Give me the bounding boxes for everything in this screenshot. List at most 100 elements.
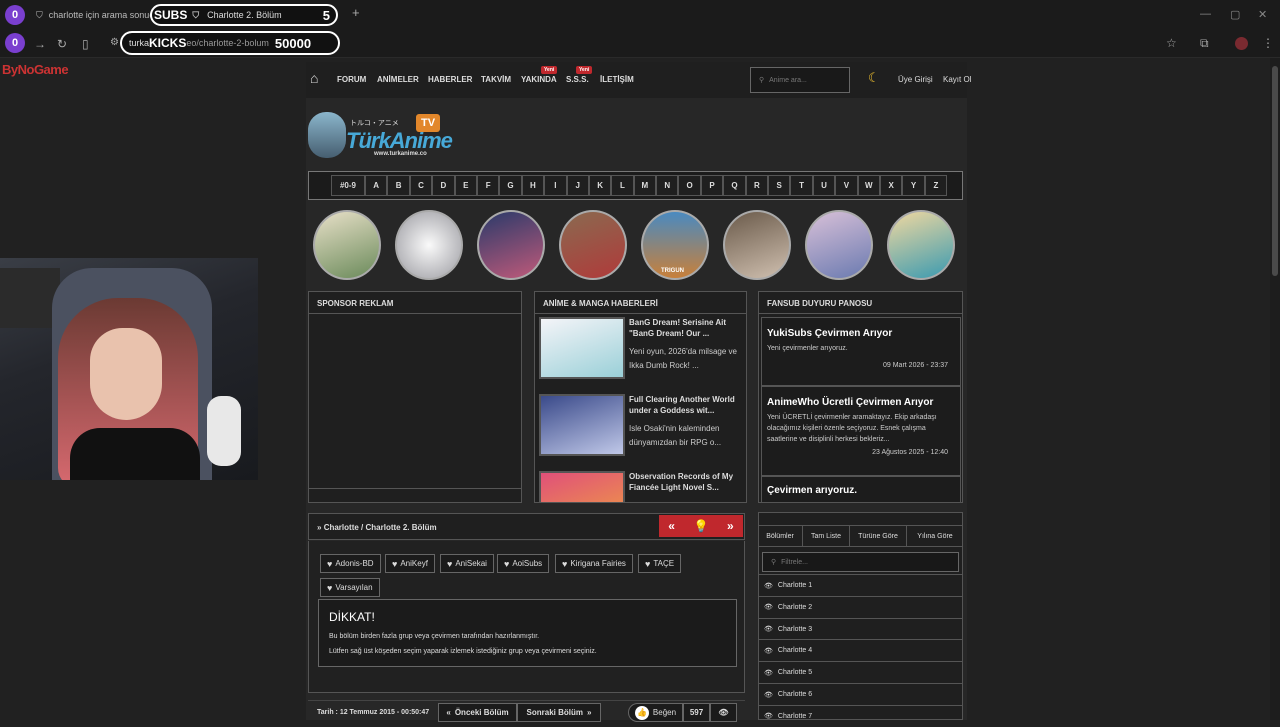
register-link[interactable]: Kayıt Ol bbox=[943, 75, 971, 84]
episode-list-item[interactable]: 👁 Charlotte 3 bbox=[758, 617, 963, 640]
extensions-icon[interactable]: ⧉ bbox=[1200, 36, 1209, 51]
eye-icon[interactable]: 👁 bbox=[710, 703, 737, 722]
new-tab-button[interactable]: + bbox=[352, 5, 360, 20]
featured-anime-trigun[interactable]: TRIGUN bbox=[641, 210, 709, 280]
nav-sss[interactable]: S.S.S. bbox=[566, 75, 589, 84]
news-thumbnail bbox=[539, 471, 625, 502]
episode-list-item[interactable]: 👁 Charlotte 6 bbox=[758, 683, 963, 705]
tab-title-active[interactable]: Charlotte 2. Bölüm bbox=[207, 10, 282, 20]
featured-anime-2[interactable] bbox=[395, 210, 463, 280]
like-button[interactable]: 👍 Beğen bbox=[628, 703, 683, 722]
alphabet-letter[interactable]: N bbox=[656, 175, 679, 196]
group-button[interactable]: ♥ AoiSubs bbox=[497, 554, 550, 573]
featured-anime-7[interactable] bbox=[805, 210, 873, 280]
alphabet-letter[interactable]: O bbox=[678, 175, 701, 196]
eye-icon: 👁 bbox=[764, 604, 773, 612]
episode-label: Charlotte 7 bbox=[777, 712, 813, 720]
episode-list-item[interactable]: 👁 Charlotte 1 bbox=[758, 574, 963, 596]
forward-icon[interactable]: → bbox=[34, 37, 46, 51]
next-episode-button[interactable]: Sonraki Bölüm » bbox=[517, 703, 601, 722]
tab-yilina-gore[interactable]: Yılına Göre bbox=[907, 526, 963, 546]
group-button[interactable]: ♥ Kirigana Fairies bbox=[555, 554, 633, 573]
featured-anime-3[interactable] bbox=[477, 210, 545, 280]
group-button[interactable]: ♥ AniKeyf bbox=[385, 554, 435, 573]
sidepanel-icon[interactable]: ▯ bbox=[82, 37, 89, 51]
episode-list-item[interactable]: 👁 Charlotte 7 bbox=[758, 704, 963, 727]
news-item[interactable]: Full Clearing Another World under a Godd… bbox=[539, 394, 745, 464]
alphabet-letter[interactable]: X bbox=[879, 175, 903, 196]
nav-animeler[interactable]: ANİMELER bbox=[377, 75, 419, 84]
fansub-item[interactable]: Çevirmen arıyoruz. bbox=[761, 476, 961, 502]
minimize-icon[interactable]: — bbox=[1200, 8, 1211, 20]
alphabet-letter[interactable]: W bbox=[857, 175, 880, 196]
lightbulb-icon[interactable]: 💡 bbox=[694, 519, 709, 533]
alphabet-letter[interactable]: Z bbox=[924, 175, 948, 196]
alphabet-letter[interactable]: T bbox=[790, 175, 813, 196]
alphabet-letter[interactable]: E bbox=[454, 175, 477, 196]
nav-takvim[interactable]: TAKVİM bbox=[481, 75, 511, 84]
breadcrumb-anime[interactable]: Charlotte bbox=[324, 523, 359, 532]
site-info-icon[interactable]: ⚙ bbox=[110, 37, 119, 48]
prev-episode-button[interactable]: «Önceki Bölüm bbox=[438, 703, 517, 722]
featured-anime-6[interactable] bbox=[723, 210, 791, 280]
fansub-item[interactable]: AnimeWho Ücretli Çevirmen Arıyor Yeni ÜC… bbox=[761, 386, 961, 476]
episode-list-item[interactable]: 👁 Charlotte 2 bbox=[758, 595, 963, 618]
alphabet-letter[interactable]: Y bbox=[902, 175, 925, 196]
login-link[interactable]: Üye Girişi bbox=[898, 75, 933, 84]
alphabet-letter[interactable]: #0-9 bbox=[331, 175, 365, 196]
episode-list-item[interactable]: 👁 Charlotte 4 bbox=[758, 639, 963, 661]
moon-icon[interactable]: ☾ bbox=[868, 70, 880, 86]
search-placeholder: Anime ara... bbox=[769, 76, 807, 84]
alphabet-letter[interactable]: L bbox=[611, 175, 634, 196]
alphabet-letter[interactable]: P bbox=[700, 175, 724, 196]
fansub-item[interactable]: YukiSubs Çevirmen Arıyor Yeni çevirmenle… bbox=[761, 317, 961, 386]
next-episode-icon[interactable]: » bbox=[727, 519, 734, 533]
nav-forum[interactable]: FORUM bbox=[337, 75, 366, 84]
featured-anime-8[interactable] bbox=[887, 210, 955, 280]
alphabet-letter[interactable]: M bbox=[633, 175, 657, 196]
alphabet-letter[interactable]: V bbox=[835, 175, 858, 196]
featured-anime-1[interactable] bbox=[313, 210, 381, 280]
alphabet-letter[interactable]: I bbox=[544, 175, 567, 196]
tab-bolumler[interactable]: Bölümler bbox=[758, 526, 803, 546]
alphabet-letter[interactable]: S bbox=[768, 175, 791, 196]
group-button[interactable]: ♥ TAÇE bbox=[638, 554, 682, 573]
news-item[interactable]: BanG Dream! Serisine Ait "BanG Dream! Ou… bbox=[539, 317, 745, 387]
menu-dots-icon[interactable]: ⋮ bbox=[1262, 36, 1274, 50]
alphabet-letter[interactable]: C bbox=[409, 175, 433, 196]
episode-list-item[interactable]: 👁 Charlotte 5 bbox=[758, 661, 963, 683]
news-item[interactable]: Observation Records of My Fiancée Light … bbox=[539, 471, 745, 502]
alphabet-letter[interactable]: R bbox=[745, 175, 769, 196]
alphabet-letter[interactable]: D bbox=[432, 175, 455, 196]
nav-iletisim[interactable]: İLETİŞİM bbox=[600, 75, 634, 84]
alphabet-letter[interactable]: B bbox=[387, 175, 410, 196]
group-button[interactable]: ♥ Varsayılan bbox=[320, 578, 380, 597]
nav-haberler[interactable]: HABERLER bbox=[428, 75, 472, 84]
site-logo[interactable]: トルコ・アニメ TürkAnime TV www.turkanime.co bbox=[308, 108, 453, 162]
alphabet-letter[interactable]: Q bbox=[723, 175, 746, 196]
episode-filter-input[interactable]: ⚲ Filtrele... bbox=[762, 552, 959, 572]
group-button[interactable]: ♥ AniSekai bbox=[440, 554, 494, 573]
home-icon[interactable]: ⌂ bbox=[310, 70, 318, 86]
profile-avatar[interactable] bbox=[1235, 37, 1248, 50]
bookmark-star-icon[interactable]: ☆ bbox=[1166, 36, 1177, 50]
reload-icon[interactable]: ↻ bbox=[57, 37, 67, 51]
group-button[interactable]: ♥ Adonis-BD bbox=[320, 554, 381, 573]
tab-turune-gore[interactable]: Türüne Göre bbox=[850, 526, 907, 546]
alphabet-letter[interactable]: A bbox=[365, 175, 388, 196]
alphabet-letter[interactable]: U bbox=[812, 175, 836, 196]
close-icon[interactable]: ✕ bbox=[1258, 8, 1267, 21]
alphabet-letter[interactable]: H bbox=[521, 175, 545, 196]
alphabet-letter[interactable]: G bbox=[499, 175, 522, 196]
alphabet-letter[interactable]: J bbox=[566, 175, 589, 196]
maximize-icon[interactable]: ▢ bbox=[1230, 8, 1240, 21]
featured-anime-4[interactable] bbox=[559, 210, 627, 280]
alphabet-letter[interactable]: K bbox=[588, 175, 612, 196]
anime-search-input[interactable]: ⚲ Anime ara... bbox=[750, 67, 850, 93]
tab-tam-liste[interactable]: Tam Liste bbox=[803, 526, 850, 546]
alphabet-letter[interactable]: F bbox=[476, 175, 500, 196]
url-field[interactable]: turka KICKS eo/charlotte-2-bolum 50000 bbox=[120, 31, 340, 55]
page-scrollbar[interactable] bbox=[1270, 58, 1280, 720]
nav-yakinda[interactable]: YAKINDA bbox=[521, 75, 557, 84]
prev-episode-icon[interactable]: « bbox=[668, 519, 675, 533]
